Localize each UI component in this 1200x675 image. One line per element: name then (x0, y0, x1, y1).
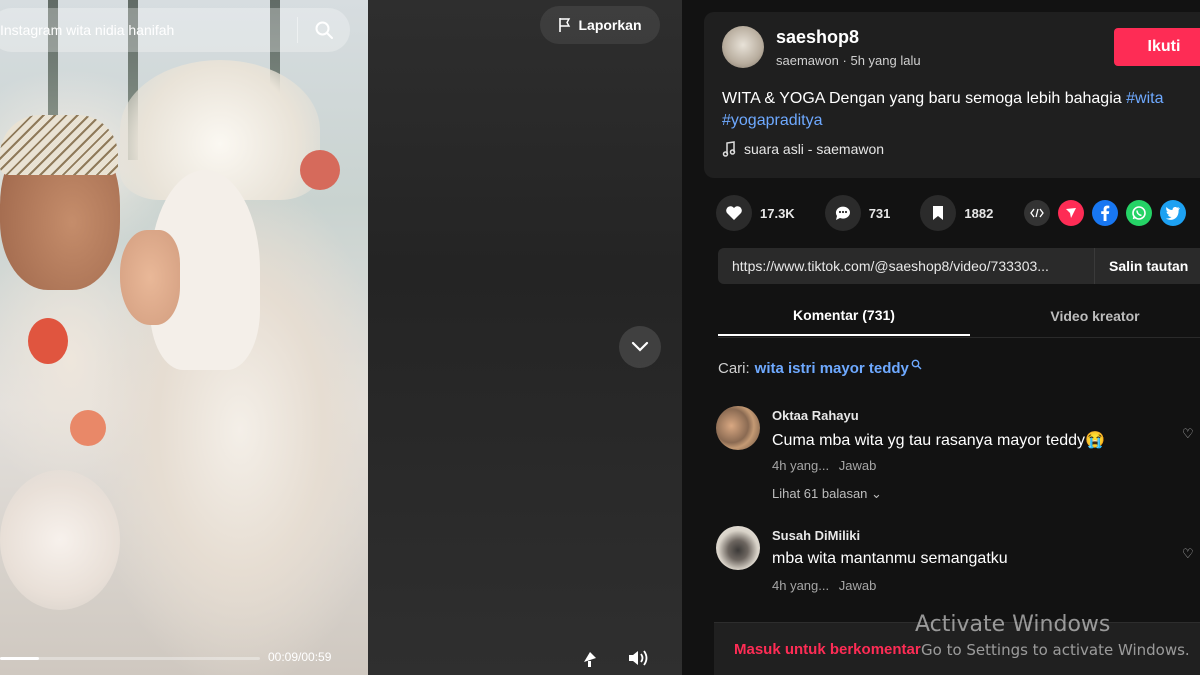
avatar[interactable] (716, 406, 760, 450)
user-handle[interactable]: saemawon (776, 53, 839, 68)
tab-creator-videos[interactable]: Video kreator (970, 296, 1200, 336)
post-card: saeshop8 saemawon · 5h yang lalu Ikuti W… (704, 12, 1200, 178)
username[interactable]: saeshop8 (776, 27, 859, 48)
next-video-button[interactable] (619, 326, 661, 368)
comment-author[interactable]: Oktaa Rahayu (772, 408, 859, 423)
tab-comments[interactable]: Komentar (731) (718, 296, 970, 336)
login-to-comment-link[interactable]: Masuk untuk berkomentar (734, 641, 921, 658)
bookmark-icon (920, 195, 957, 231)
details-panel: saeshop8 saemawon · 5h yang lalu Ikuti W… (682, 0, 1200, 675)
heart-icon (716, 195, 752, 231)
embed-icon[interactable] (1024, 200, 1050, 226)
music-title: suara asli - saemawon (744, 141, 885, 157)
groom-headdress (0, 115, 118, 175)
post-time: 5h yang lalu (850, 53, 921, 68)
follow-button[interactable]: Ikuti (1114, 28, 1200, 66)
reply-button[interactable]: Jawab (839, 578, 877, 593)
heart-outline-icon[interactable]: ♡ (1182, 546, 1194, 562)
share-row (1024, 200, 1186, 226)
post-caption: WITA & YOGA Dengan yang baru semoga lebi… (722, 88, 1200, 132)
heart-outline-icon[interactable]: ♡ (1182, 426, 1194, 442)
comment-time: 4h yang... (772, 578, 830, 593)
flower (300, 150, 340, 190)
chevron-down-icon: ⌄ (871, 486, 882, 501)
video-time: 00:09/00:59 (268, 650, 332, 664)
avatar[interactable] (722, 26, 764, 68)
login-bar: Masuk untuk berkomentar (714, 622, 1200, 675)
chevron-down-icon (631, 341, 649, 352)
volume-icon[interactable] (626, 646, 650, 670)
flower (70, 410, 106, 446)
facebook-icon[interactable] (1092, 200, 1118, 226)
search-icon[interactable] (298, 8, 350, 52)
meta-separator: · (842, 53, 847, 68)
send-icon[interactable] (1058, 200, 1084, 226)
comment-count: 731 (868, 205, 891, 221)
action-row: 17.3K 731 1882 (716, 195, 1023, 231)
comment-author[interactable]: Susah DiMiliki (772, 528, 860, 543)
comment-text: mba wita mantanmu semangatku (772, 550, 1008, 567)
search-suggestion-prefix: Cari: (718, 360, 750, 377)
avatar[interactable] (716, 526, 760, 570)
caption-text: WITA & YOGA Dengan yang baru semoga lebi… (722, 90, 1127, 107)
search-icon (911, 359, 922, 370)
search-suggestion: Cari: wita istri mayor teddy (718, 359, 922, 377)
comment-text: Cuma mba wita yg tau rasanya mayor teddy… (772, 432, 1105, 449)
save-button[interactable]: 1882 (920, 195, 993, 231)
comment-button[interactable]: 731 (824, 195, 891, 231)
view-replies-button[interactable]: Lihat 61 balasan ⌄ (772, 486, 882, 502)
comment-icon (824, 195, 861, 231)
search-suggestion-query[interactable]: wita istri mayor teddy (755, 360, 909, 377)
whatsapp-icon[interactable] (1126, 200, 1152, 226)
report-label: Laporkan (578, 17, 642, 33)
twitter-icon[interactable] (1160, 200, 1186, 226)
progress-bar[interactable] (0, 657, 260, 660)
search-input[interactable]: Instagram wita nidia hanifah (0, 22, 297, 38)
like-count: 17.3K (760, 205, 795, 221)
save-count: 1882 (964, 205, 994, 221)
link-box: https://www.tiktok.com/@saeshop8/video/7… (718, 248, 1200, 284)
flower-bouquet (0, 470, 120, 610)
search-bar[interactable]: Instagram wita nidia hanifah (0, 8, 350, 52)
hashtag-wita[interactable]: #wita (1126, 90, 1163, 107)
view-replies-label: Lihat 61 balasan (772, 486, 868, 501)
comment-time: 4h yang... (772, 458, 830, 473)
comment-tabs: Komentar (731) Video kreator (718, 296, 1200, 338)
floating-player-icon[interactable] (578, 646, 602, 670)
bride-figure (120, 230, 180, 325)
flag-icon (559, 18, 571, 32)
video-player[interactable]: Instagram wita nidia hanifah 00:09/00:59 (0, 0, 368, 675)
music-note-icon (722, 141, 736, 157)
comment-meta: 4h yang... Jawab (772, 458, 876, 473)
report-button[interactable]: Laporkan (540, 6, 660, 44)
flower (28, 318, 68, 364)
music-row[interactable]: suara asli - saemawon (722, 141, 884, 157)
copy-link-button[interactable]: Salin tautan (1094, 248, 1188, 284)
video-url[interactable]: https://www.tiktok.com/@saeshop8/video/7… (718, 258, 1094, 274)
hashtag-yogapraditya[interactable]: #yogapraditya (722, 112, 823, 129)
progress-fill (0, 657, 39, 660)
comment-meta: 4h yang... Jawab (772, 578, 876, 593)
post-meta: saemawon · 5h yang lalu (776, 53, 921, 68)
reply-button[interactable]: Jawab (839, 458, 877, 473)
like-button[interactable]: 17.3K (716, 195, 795, 231)
